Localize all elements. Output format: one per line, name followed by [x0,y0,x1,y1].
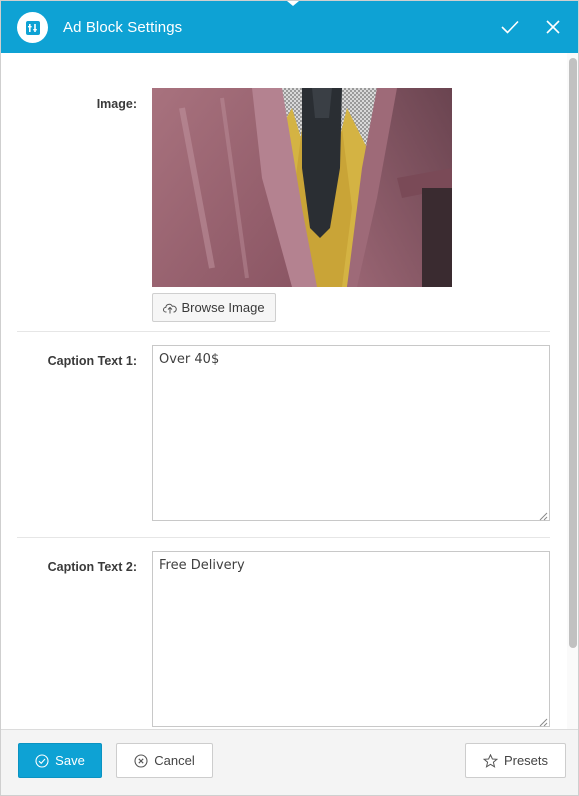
caption-text-1-input[interactable]: Over 40$ [152,345,550,521]
image-preview [152,88,452,287]
close-icon [546,20,560,34]
browse-image-button[interactable]: Browse Image [152,293,276,322]
close-button[interactable] [541,15,565,39]
field-divider [17,537,550,538]
resize-grip-icon[interactable] [539,718,548,727]
header-notch [287,1,299,6]
cancel-button[interactable]: Cancel [116,743,213,778]
save-button[interactable]: Save [18,743,102,778]
dialog-header: Ad Block Settings [1,1,578,53]
presets-label: Presets [503,753,549,768]
cancel-label: Cancel [154,753,195,768]
caption-text-1-label: Caption Text 1: [47,354,137,368]
dialog-footer: Save Cancel Presets [1,729,578,795]
close-circle-icon [134,753,148,768]
ad-block-settings-dialog: Ad Block Settings Image: Browse Image Ca… [0,0,579,796]
ad-block-icon [17,12,48,43]
checkmark-icon [501,20,519,34]
settings-form[interactable]: Image: Browse Image Caption Text 1: Over… [1,53,566,729]
star-icon [482,753,498,768]
resize-grip-icon[interactable] [539,512,548,521]
scrollbar-thumb[interactable] [569,58,577,648]
cloud-upload-icon [163,302,178,314]
caption-text-2-input[interactable]: Free Delivery [152,551,550,727]
image-label: Image: [96,97,137,111]
caption-text-2-label: Caption Text 2: [47,560,137,574]
check-circle-icon [35,753,49,768]
field-divider [17,331,550,332]
confirm-button[interactable] [498,15,522,39]
presets-button[interactable]: Presets [465,743,566,778]
browse-image-label: Browse Image [181,300,265,315]
dialog-title: Ad Block Settings [63,19,183,36]
save-label: Save [55,753,85,768]
